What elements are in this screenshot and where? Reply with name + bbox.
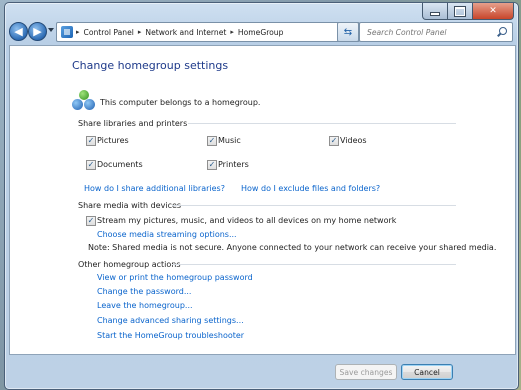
- navigation-bar: ◀ ▶ ▸ Control Panel ▸ Network and Intern…: [5, 19, 518, 45]
- leave-homegroup-link[interactable]: Leave the homegroup...: [97, 301, 193, 310]
- breadcrumb-network-and-internet[interactable]: Network and Internet: [145, 28, 226, 37]
- breadcrumb-homegroup[interactable]: HomeGroup: [238, 28, 284, 37]
- cancel-button[interactable]: Cancel: [401, 364, 453, 380]
- close-icon: ✕: [489, 6, 497, 16]
- media-security-note: Note: Shared media is not secure. Anyone…: [88, 243, 497, 252]
- printers-label: Printers: [218, 160, 249, 169]
- page-title: Change homegroup settings: [72, 59, 229, 72]
- back-arrow-icon: ◀: [14, 25, 23, 38]
- printers-checkbox[interactable]: [207, 160, 217, 170]
- section-divider: [172, 205, 456, 206]
- back-button[interactable]: ◀: [9, 22, 28, 41]
- exclude-files-link[interactable]: How do I exclude files and folders?: [241, 184, 380, 193]
- stream-media-label: Stream my pictures, music, and videos to…: [97, 216, 397, 225]
- recent-pages-dropdown-icon[interactable]: [48, 28, 54, 32]
- forward-button[interactable]: ▶: [28, 22, 47, 41]
- media-streaming-options-link[interactable]: Choose media streaming options...: [97, 230, 237, 239]
- minimize-icon: [430, 11, 440, 16]
- music-checkbox[interactable]: [207, 136, 217, 146]
- share-media-heading: Share media with devices: [78, 201, 182, 210]
- address-bar[interactable]: ▸ Control Panel ▸ Network and Internet ▸…: [56, 22, 360, 42]
- share-libraries-heading: Share libraries and printers: [78, 119, 188, 128]
- advanced-sharing-settings-link[interactable]: Change advanced sharing settings...: [97, 316, 244, 325]
- section-divider: [188, 123, 456, 124]
- refresh-button[interactable]: ⇆: [337, 22, 359, 42]
- minimize-button[interactable]: [422, 3, 448, 20]
- maximize-icon: [454, 5, 466, 17]
- homegroup-status: This computer belongs to a homegroup.: [100, 98, 261, 107]
- breadcrumb-control-panel[interactable]: Control Panel: [84, 28, 134, 37]
- homegroup-troubleshooter-link[interactable]: Start the HomeGroup troubleshooter: [97, 331, 244, 340]
- share-additional-libraries-link[interactable]: How do I share additional libraries?: [84, 184, 225, 193]
- refresh-icon: ⇆: [343, 26, 353, 38]
- close-button[interactable]: ✕: [473, 3, 514, 20]
- maximize-button[interactable]: [448, 3, 473, 20]
- forward-arrow-icon: ▶: [33, 25, 42, 38]
- breadcrumb-separator-icon[interactable]: ▸: [138, 28, 142, 36]
- videos-label: Videos: [340, 136, 367, 145]
- search-box[interactable]: [359, 22, 513, 42]
- breadcrumb-separator-icon[interactable]: ▸: [76, 28, 80, 36]
- save-changes-button[interactable]: Save changes: [335, 364, 397, 380]
- search-icon[interactable]: [499, 27, 507, 35]
- stream-media-checkbox[interactable]: [86, 216, 96, 226]
- homegroup-icon: [72, 90, 96, 112]
- videos-checkbox[interactable]: [329, 136, 339, 146]
- other-actions-heading: Other homegroup actions: [78, 260, 181, 269]
- change-password-link[interactable]: Change the password...: [97, 287, 191, 296]
- control-panel-window: ✕ ◀ ▶ ▸ Control Panel ▸ Network and Inte…: [4, 2, 519, 390]
- pictures-label: Pictures: [97, 136, 129, 145]
- dialog-footer: Save changes Cancel: [9, 354, 514, 384]
- caption-buttons: ✕: [422, 3, 514, 20]
- documents-checkbox[interactable]: [86, 160, 96, 170]
- documents-label: Documents: [97, 160, 143, 169]
- breadcrumb-separator-icon[interactable]: ▸: [230, 28, 234, 36]
- search-input[interactable]: [365, 26, 497, 38]
- control-panel-icon: [61, 26, 73, 38]
- content-pane: Change homegroup settings This computer …: [9, 45, 516, 355]
- pictures-checkbox[interactable]: [86, 136, 96, 146]
- view-print-password-link[interactable]: View or print the homegroup password: [97, 273, 253, 282]
- music-label: Music: [218, 136, 241, 145]
- section-divider: [172, 264, 456, 265]
